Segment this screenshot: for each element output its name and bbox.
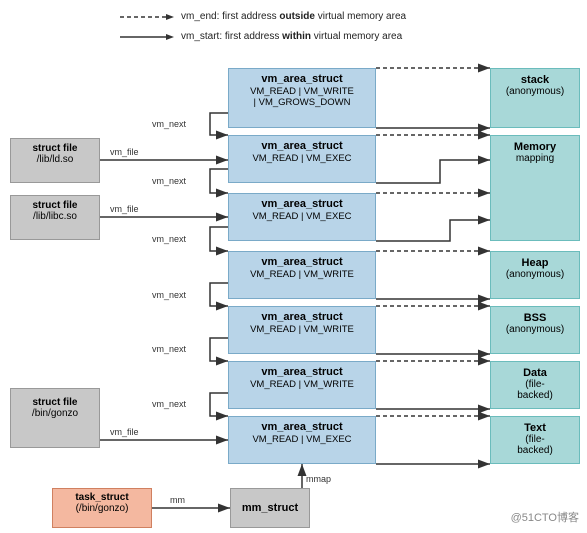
vma-box-2: vm_area_struct VM_READ | VM_EXEC	[228, 135, 376, 183]
heap-sub: (anonymous)	[499, 269, 571, 280]
text-title: Text	[499, 422, 571, 434]
stack-sub: (anonymous)	[499, 86, 571, 97]
vma-box-4: vm_area_struct VM_READ | VM_WRITE	[228, 251, 376, 299]
struct-file-gonzo: struct file /bin/gonzo	[10, 388, 100, 448]
heap-box: Heap (anonymous)	[490, 251, 580, 299]
vmfile-label-3: vm_file	[110, 427, 139, 437]
legend-dashed-item: vm_end: first address outside virtual me…	[120, 8, 406, 26]
sf-libc-sub: /lib/libc.so	[17, 211, 93, 222]
legend: vm_end: first address outside virtual me…	[120, 8, 406, 48]
vmfile-label-2: vm_file	[110, 204, 139, 214]
legend-solid-text: vm_start: first address within virtual m…	[181, 28, 402, 46]
vmnext-label-6: vm_next	[152, 399, 187, 409]
vma-box-5: vm_area_struct VM_READ | VM_WRITE	[228, 306, 376, 354]
vmnext-label-1: vm_next	[152, 119, 187, 129]
vma6-perms: VM_READ | VM_WRITE	[235, 379, 369, 390]
legend-solid-item: vm_start: first address within virtual m…	[120, 28, 406, 46]
vma-box-6: vm_area_struct VM_READ | VM_WRITE	[228, 361, 376, 409]
bss-box: BSS (anonymous)	[490, 306, 580, 354]
vma3-title: vm_area_struct	[235, 198, 369, 210]
vmnext-label-2: vm_next	[152, 176, 187, 186]
sf-ld-sub: /lib/ld.so	[17, 154, 93, 165]
bss-title: BSS	[499, 312, 571, 324]
heap-title: Heap	[499, 257, 571, 269]
watermark: @51CTO博客	[511, 509, 579, 525]
text-box: Text (file-backed)	[490, 416, 580, 464]
vmnext-label-3: vm_next	[152, 234, 187, 244]
diagram: vm_end: first address outside virtual me…	[0, 0, 587, 533]
vma-box-3: vm_area_struct VM_READ | VM_EXEC	[228, 193, 376, 241]
mmap-sub: mapping	[499, 153, 571, 164]
sf-gonzo-sub: /bin/gonzo	[17, 408, 93, 419]
mm-label: mm	[170, 495, 185, 505]
stack-title: stack	[499, 74, 571, 86]
data-box: Data (file-backed)	[490, 361, 580, 409]
mmap-label: mmap	[306, 474, 331, 484]
vma4-title: vm_area_struct	[235, 256, 369, 268]
vmfile-label-1: vm_file	[110, 147, 139, 157]
mm-struct-box: mm_struct	[230, 488, 310, 528]
vma3-perms: VM_READ | VM_EXEC	[235, 211, 369, 222]
vma-box-1: vm_area_struct VM_READ | VM_WRITE| VM_GR…	[228, 68, 376, 128]
vmnext-label-5: vm_next	[152, 344, 187, 354]
task-struct-title: task_struct	[59, 492, 145, 503]
data-title: Data	[499, 367, 571, 379]
sf-libc-title: struct file	[17, 200, 93, 211]
vma4-perms: VM_READ | VM_WRITE	[235, 269, 369, 280]
vma6-title: vm_area_struct	[235, 366, 369, 378]
mmap-box: Memory mapping	[490, 135, 580, 241]
sf-ld-title: struct file	[17, 143, 93, 154]
vma7-title: vm_area_struct	[235, 421, 369, 433]
vma-box-7: vm_area_struct VM_READ | VM_EXEC	[228, 416, 376, 464]
text-sub: (file-backed)	[499, 434, 571, 456]
legend-dashed-text: vm_end: first address outside virtual me…	[181, 8, 406, 26]
vma5-perms: VM_READ | VM_WRITE	[235, 324, 369, 335]
vmnext-label-4: vm_next	[152, 290, 187, 300]
struct-file-ld: struct file /lib/ld.so	[10, 138, 100, 183]
vma7-perms: VM_READ | VM_EXEC	[235, 434, 369, 445]
sf-gonzo-title: struct file	[17, 397, 93, 408]
vma2-title: vm_area_struct	[235, 140, 369, 152]
task-struct-sub: (/bin/gonzo)	[59, 503, 145, 514]
mm-struct-label: mm_struct	[242, 502, 298, 514]
vma5-title: vm_area_struct	[235, 311, 369, 323]
mmap-title: Memory	[499, 141, 571, 153]
stack-box: stack (anonymous)	[490, 68, 580, 128]
data-sub: (file-backed)	[499, 379, 571, 401]
struct-file-libc: struct file /lib/libc.so	[10, 195, 100, 240]
vma2-perms: VM_READ | VM_EXEC	[235, 153, 369, 164]
bss-sub: (anonymous)	[499, 324, 571, 335]
task-struct-box: task_struct (/bin/gonzo)	[52, 488, 152, 528]
vma1-title: vm_area_struct	[235, 73, 369, 85]
vma1-perms: VM_READ | VM_WRITE| VM_GROWS_DOWN	[235, 86, 369, 108]
